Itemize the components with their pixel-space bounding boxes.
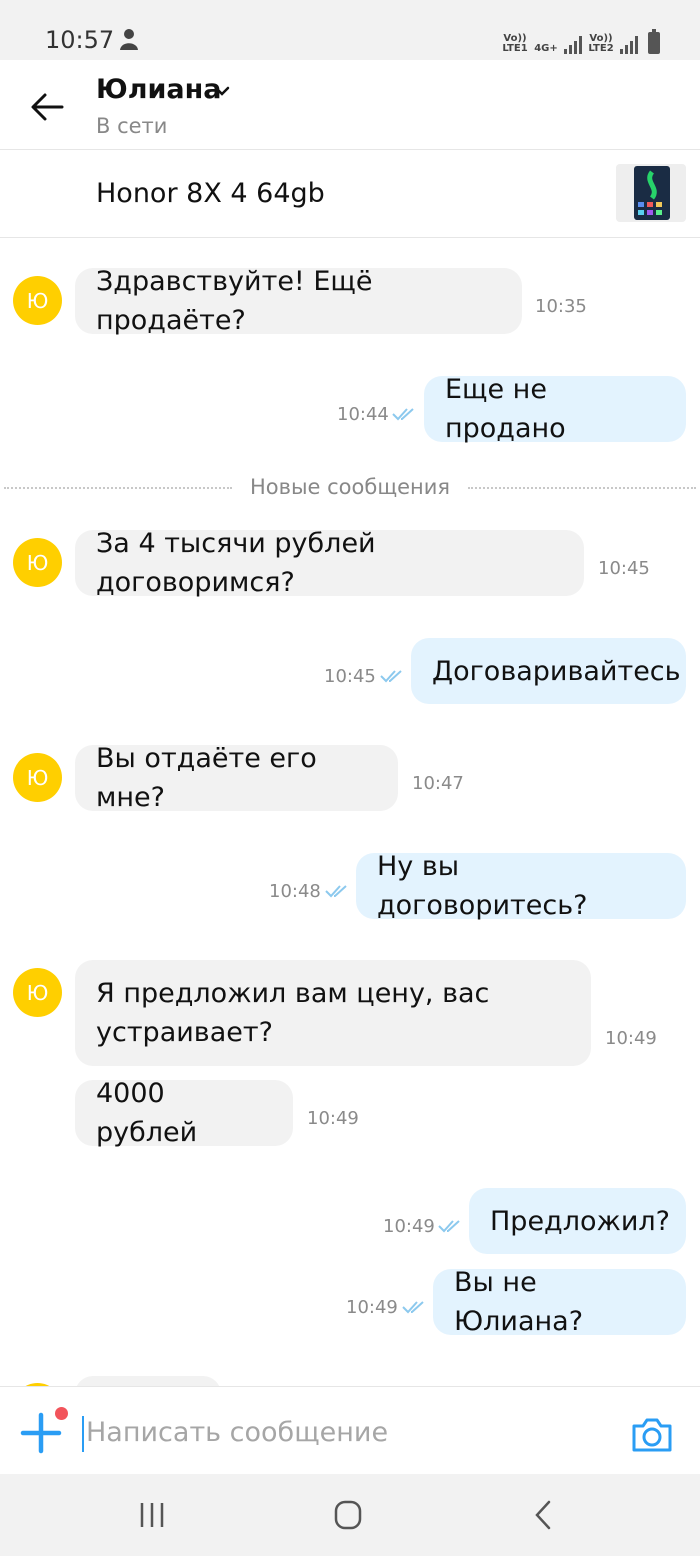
chat-header: Юлиана В сети: [0, 60, 700, 150]
divider-line: [468, 487, 696, 489]
message-bubble-incoming[interactable]: [75, 1376, 221, 1386]
person-icon: [120, 29, 138, 50]
status-icons: Vo)) LTE1 4G+ Vo)) LTE2: [502, 26, 660, 54]
recent-apps-icon[interactable]: [132, 1498, 172, 1532]
avatar: Ю: [13, 968, 62, 1017]
battery-icon: [648, 29, 660, 54]
message-time: 10:49: [383, 1216, 435, 1237]
read-ticks-icon: [392, 408, 414, 421]
read-ticks-icon: [402, 1301, 424, 1314]
chat-messages[interactable]: Ю Здравствуйте! Ещё продаёте? 10:35 10:4…: [0, 238, 700, 1386]
message-text: 4000 рублей: [96, 1078, 198, 1148]
message-time: 10:49: [307, 1108, 359, 1129]
message-time: 10:45: [324, 666, 376, 687]
message-bubble-outgoing[interactable]: Вы не Юлиана?: [433, 1267, 686, 1337]
read-ticks-icon: [380, 670, 402, 683]
message-bubble-incoming[interactable]: Я предложил вам цену, вас устраивает?: [75, 960, 591, 1066]
message-text: За 4 тысячи рублей договоримся?: [96, 528, 376, 598]
avatar: Ю: [13, 753, 62, 802]
message-bubble-outgoing[interactable]: Ну вы договоритесь?: [356, 851, 686, 921]
message-text: Здравствуйте! Ещё продаёте?: [96, 266, 373, 336]
message-text: Ну вы договоритесь?: [377, 851, 588, 921]
status-time: 10:57: [45, 26, 115, 54]
message-time: 10:45: [598, 558, 650, 579]
signal-strength-icon: [620, 34, 638, 54]
network-type-label: 4G+: [534, 43, 558, 54]
notification-dot: [55, 1407, 68, 1420]
sim2-label: Vo)) LTE2: [588, 33, 614, 54]
message-text: Договаривайтесь: [432, 655, 681, 687]
message-text-line: Я предложил вам цену, вас: [96, 978, 490, 1009]
message-bubble-incoming[interactable]: Вы отдаёте его мне?: [75, 743, 398, 813]
message-text: Вы не Юлиана?: [454, 1267, 584, 1337]
signal-strength-icon: [564, 34, 582, 54]
chevron-down-icon[interactable]: [214, 84, 230, 98]
message-text: Вы отдаёте его мне?: [96, 743, 317, 813]
message-bubble-incoming[interactable]: 4000 рублей: [75, 1078, 293, 1148]
message-text-line: устраивает?: [96, 1017, 273, 1048]
message-bubble-outgoing[interactable]: Еще не продано: [424, 374, 686, 444]
message-composer: [0, 1386, 700, 1474]
message-time: 10:49: [346, 1297, 398, 1318]
message-text: Предложил?: [490, 1205, 670, 1237]
home-icon[interactable]: [328, 1498, 368, 1532]
avatar: Ю: [13, 538, 62, 587]
message-bubble-outgoing[interactable]: Предложил?: [469, 1188, 686, 1254]
read-ticks-icon: [325, 885, 347, 898]
contact-name[interactable]: Юлиана: [96, 74, 221, 105]
text-cursor: [82, 1416, 84, 1452]
message-time: 10:44: [337, 404, 389, 425]
plus-icon[interactable]: [20, 1412, 62, 1454]
back-icon[interactable]: [524, 1498, 564, 1532]
message-time: 10:48: [269, 881, 321, 902]
avatar: Ю: [13, 276, 62, 325]
back-arrow-icon[interactable]: [30, 92, 64, 122]
status-bar: 10:57 Vo)) LTE1 4G+ Vo)) LTE2: [0, 0, 700, 60]
contact-status: В сети: [96, 114, 168, 138]
camera-icon[interactable]: [630, 1414, 674, 1454]
listing-thumbnail[interactable]: [616, 164, 686, 222]
read-ticks-icon: [438, 1220, 460, 1233]
listing-bar[interactable]: Honor 8X 4 64gb: [0, 150, 700, 238]
system-navigation-bar: [0, 1474, 700, 1556]
message-time: 10:49: [605, 1028, 657, 1049]
message-text: Еще не продано: [445, 374, 566, 444]
message-bubble-incoming[interactable]: За 4 тысячи рублей договоримся?: [75, 528, 584, 598]
message-time: 10:47: [412, 773, 464, 794]
sim1-label: Vo)) LTE1: [502, 33, 528, 54]
message-bubble-outgoing[interactable]: Договаривайтесь: [411, 638, 686, 704]
phone-image-icon: [616, 164, 686, 222]
message-bubble-incoming[interactable]: Здравствуйте! Ещё продаёте?: [75, 266, 522, 336]
listing-title[interactable]: Honor 8X 4 64gb: [96, 178, 325, 209]
message-time: 10:35: [535, 296, 587, 317]
message-input[interactable]: [86, 1409, 606, 1455]
new-messages-divider: Новые сообщения: [0, 475, 700, 501]
